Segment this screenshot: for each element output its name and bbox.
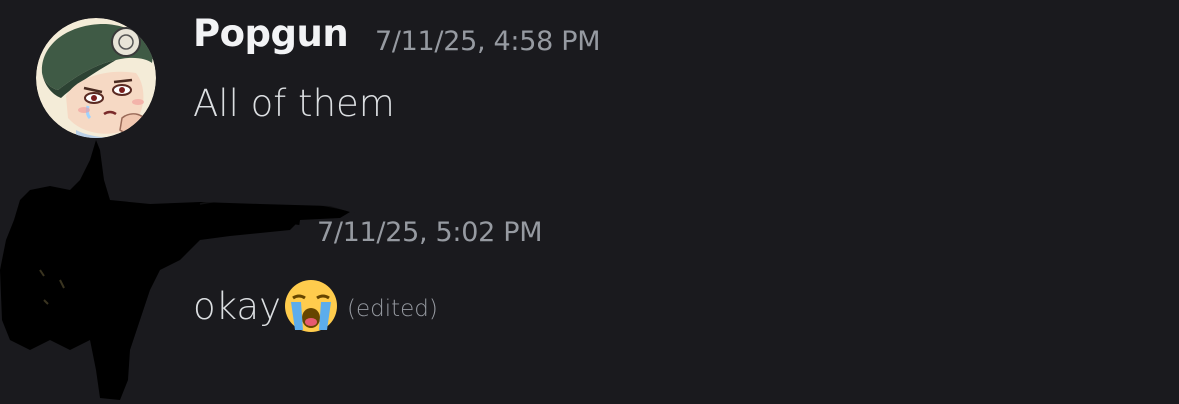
- redaction-scribble: [0, 140, 356, 400]
- message-content: okay (edited): [193, 278, 438, 334]
- edited-label[interactable]: (edited): [347, 296, 438, 322]
- loudly-crying-face-icon[interactable]: [283, 278, 339, 334]
- message-text: okay: [193, 284, 281, 328]
- message-timestamp[interactable]: 7/11/25, 4:58 PM: [375, 26, 601, 57]
- chat-view: Popgun 7/11/25, 4:58 PM All of them 7/11…: [0, 0, 1179, 404]
- message-content: All of them: [193, 82, 395, 125]
- message-timestamp[interactable]: 7/11/25, 5:02 PM: [317, 217, 543, 248]
- message-author[interactable]: Popgun: [193, 12, 349, 55]
